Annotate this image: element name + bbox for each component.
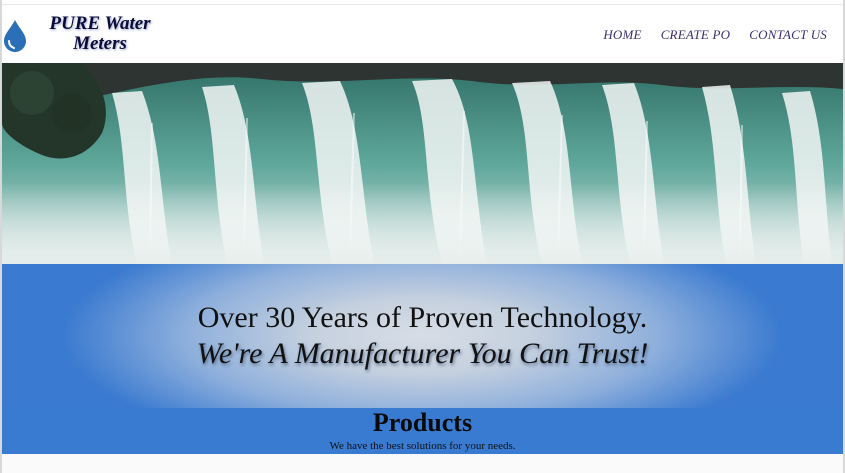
brand-name[interactable]: PURE Water Meters [40, 14, 160, 54]
tagline-primary: Over 30 Years of Proven Technology. [197, 301, 648, 334]
products-section: Products We have the best solutions for … [2, 408, 843, 454]
products-heading: Products [372, 408, 473, 437]
site-header: PURE Water Meters HOME CREATE PO CONTACT… [2, 4, 843, 64]
nav-contact-us-link[interactable]: CONTACT US [749, 27, 827, 43]
main-nav: HOME CREATE PO CONTACT US [603, 27, 827, 43]
water-drop-icon[interactable] [2, 19, 28, 53]
tagline-secondary: We're A Manufacturer You Can Trust! [196, 337, 649, 370]
products-subtitle: We have the best solutions for your need… [329, 440, 516, 452]
page: PURE Water Meters HOME CREATE PO CONTACT… [0, 0, 845, 473]
brand-line1: PURE Water [49, 13, 151, 34]
page-bottom-area [2, 454, 843, 473]
brand-line2: Meters [73, 33, 127, 54]
waterfall-illustration [2, 63, 843, 264]
nav-home-link[interactable]: HOME [603, 27, 641, 43]
nav-create-po-link[interactable]: CREATE PO [661, 27, 731, 43]
tagline-banner: Over 30 Years of Proven Technology. We'r… [2, 264, 843, 408]
hero-waterfall-image [2, 63, 843, 264]
